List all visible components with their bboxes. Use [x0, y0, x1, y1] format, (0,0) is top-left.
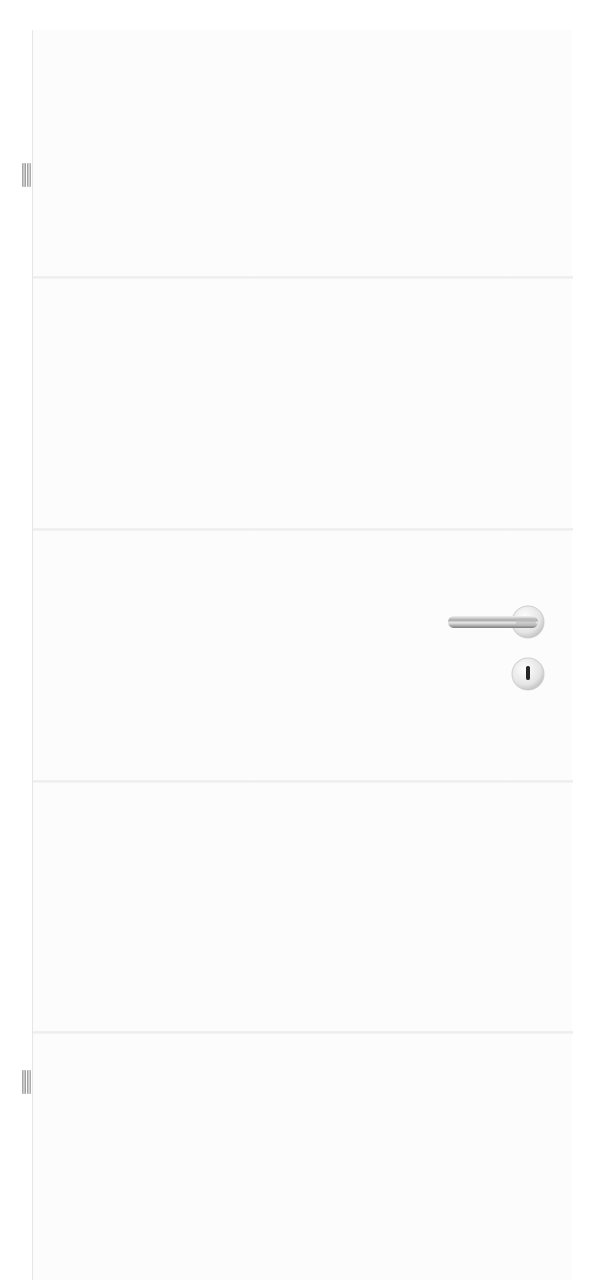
hinge-icon [22, 163, 32, 187]
door-groove [33, 1031, 573, 1034]
keyhole-icon [511, 657, 545, 691]
lever-handle-icon[interactable] [448, 605, 545, 639]
hinge-icon [22, 1070, 32, 1094]
door-scene [0, 0, 603, 1280]
door-groove [33, 276, 573, 279]
door-hardware [448, 605, 545, 691]
door-groove [33, 528, 573, 531]
door-groove [33, 780, 573, 783]
